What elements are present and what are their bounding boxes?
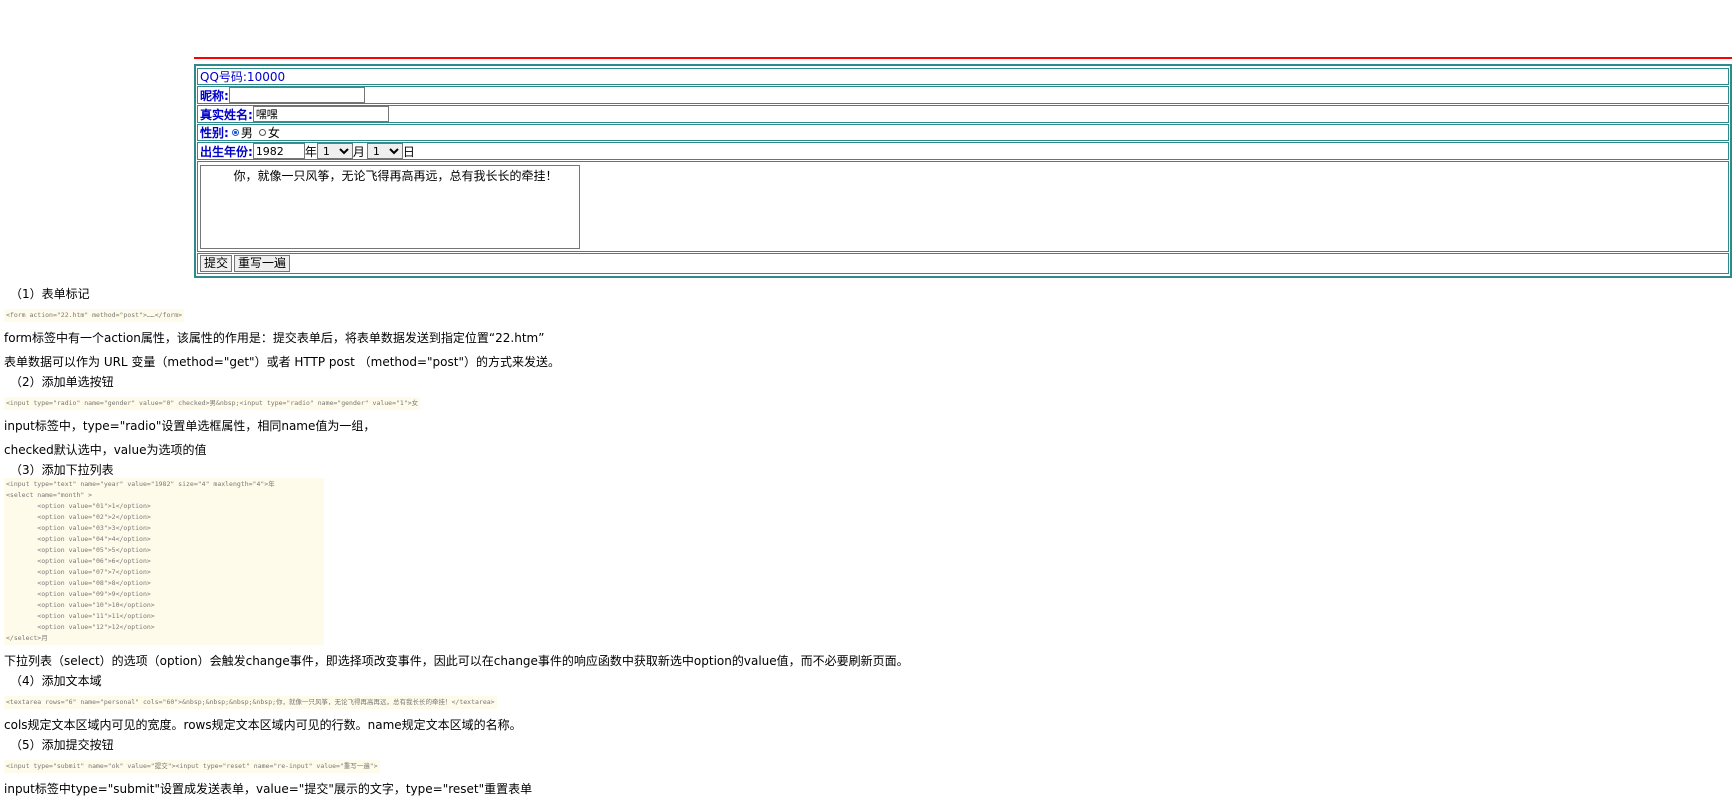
nickname-row: 昵称: <box>197 86 1729 104</box>
month-select[interactable]: 1 <box>316 143 353 159</box>
year-unit: 年 <box>304 144 317 159</box>
registration-form: QQ号码:10000 昵称: 真实姓名: 性别: 男 女 出生年份: 年 1 月… <box>194 64 1732 278</box>
gender-male-label: 男 <box>240 126 253 140</box>
section-4-title: （4）添加文本域 <box>10 674 102 688</box>
submit-button[interactable]: 提交 <box>200 255 233 272</box>
section-4-paragraph-1: cols规定文本区域内可见的宽度。rows规定文本区域内可见的行数。name规定… <box>4 718 522 732</box>
notes-section: （1）表单标记 <form action="22.htm" method="po… <box>4 286 1004 801</box>
section-4-code-box: <textarea rows="6" name="personal" cols=… <box>4 696 497 709</box>
red-divider <box>194 57 1732 59</box>
section-3-code-box: <input type="text" name="year" value="19… <box>4 478 324 645</box>
birth-label: 出生年份: <box>200 144 253 159</box>
year-input[interactable] <box>252 143 305 159</box>
nickname-label: 昵称: <box>200 88 229 103</box>
section-1-title: （1）表单标记 <box>10 287 90 301</box>
gender-label: 性别: <box>200 126 229 140</box>
section-2-code-box: <input type="radio" name="gender" value=… <box>4 397 421 410</box>
section-5-title: （5）添加提交按钮 <box>10 738 114 752</box>
section-2-paragraph-2: checked默认选中，value为选项的值 <box>4 443 207 457</box>
gender-row: 性别: 男 女 <box>197 124 1729 141</box>
section-1-paragraph-1: form标签中有一个action属性，该属性的作用是：提交表单后，将表单数据发送… <box>4 331 545 345</box>
day-unit: 日 <box>402 144 415 159</box>
birth-row: 出生年份: 年 1 月 1 日 <box>197 142 1729 160</box>
section-5-code-box: <input type="submit" name="ok" value="提交… <box>4 760 380 773</box>
personal-textarea[interactable]: 你，就像一只风筝，无论飞得再高再远，总有我长长的牵挂！ <box>200 164 580 249</box>
section-1-code: <form action="22.htm" method="post">……</… <box>6 311 183 319</box>
nickname-input[interactable] <box>228 87 365 103</box>
gender-female-label: 女 <box>267 126 280 140</box>
section-3-code: <input type="text" name="year" value="19… <box>6 480 275 642</box>
section-3-title: （3）添加下拉列表 <box>10 463 114 477</box>
section-3-paragraph-1: 下拉列表（select）的选项（option）会触发change事件，即选择项改… <box>4 654 909 668</box>
section-5-code: <input type="submit" name="ok" value="提交… <box>6 762 378 770</box>
textarea-row: 你，就像一只风筝，无论飞得再高再远，总有我长长的牵挂！ <box>197 161 1729 252</box>
day-select[interactable]: 1 <box>366 143 403 159</box>
realname-label: 真实姓名: <box>200 107 253 122</box>
reset-button[interactable]: 重写一遍 <box>234 255 291 272</box>
section-2-paragraph-1: input标签中，type="radio"设置单选框属性，相同name值为一组， <box>4 419 376 433</box>
section-4-code: <textarea rows="6" name="personal" cols=… <box>6 698 495 706</box>
section-2-code: <input type="radio" name="gender" value=… <box>6 399 419 407</box>
section-1-code-box: <form action="22.htm" method="post">……</… <box>4 309 185 322</box>
section-1-paragraph-2: 表单数据可以作为 URL 变量（method="get"）或者 HTTP pos… <box>4 355 560 369</box>
qq-number-label: QQ号码:10000 <box>200 70 286 84</box>
realname-input[interactable] <box>252 106 389 122</box>
section-5-paragraph-1: input标签中type="submit"设置成发送表单，value="提交"展… <box>4 782 533 796</box>
gender-male-radio[interactable] <box>231 129 239 136</box>
month-unit: 月 <box>352 144 365 159</box>
gender-female-radio[interactable] <box>258 129 266 136</box>
section-2-title: （2）添加单选按钮 <box>10 375 114 389</box>
qq-row: QQ号码:10000 <box>197 68 1729 85</box>
buttons-row: 提交 重写一遍 <box>197 253 1729 274</box>
realname-row: 真实姓名: <box>197 105 1729 123</box>
